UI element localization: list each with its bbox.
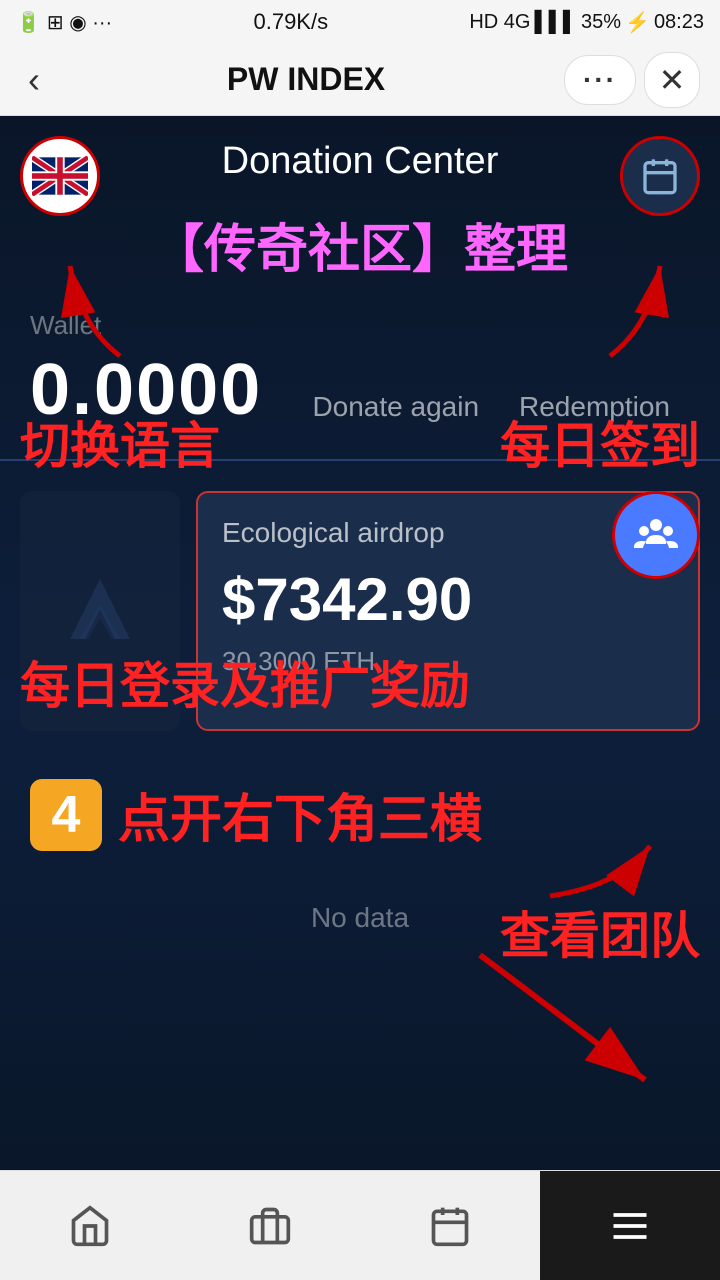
status-icons: ⊞ ◉ ··· xyxy=(47,10,112,35)
nav-actions: ··· ✕ xyxy=(564,52,700,108)
step4-annotation: 4 点开右下角三横 xyxy=(0,757,720,872)
nav-bar: ‹ PW INDEX ··· ✕ xyxy=(0,44,720,116)
redemption-button[interactable]: Redemption xyxy=(519,391,670,423)
no-data-section: No data xyxy=(0,872,720,964)
signal-bars: ▌▌▌ xyxy=(534,11,577,34)
donation-title: Donation Center xyxy=(222,140,499,183)
nav-calendar[interactable] xyxy=(360,1171,540,1280)
bolt-icon: ⚡ xyxy=(625,10,650,35)
step4-badge: 4 xyxy=(30,779,102,851)
step4-text: 点开右下角三横 xyxy=(118,777,482,852)
airdrop-label: Ecological airdrop xyxy=(222,517,674,549)
status-right: HD 4G ▌▌▌ 35% ⚡ 08:23 xyxy=(469,10,704,35)
network-type: HD 4G xyxy=(469,11,530,34)
close-button[interactable]: ✕ xyxy=(644,52,700,108)
cards-section: Ecological airdrop $7342.90 30.3000 ETH xyxy=(0,481,720,741)
donate-again-button[interactable]: Donate again xyxy=(312,391,479,423)
nav-menu[interactable] xyxy=(540,1171,720,1280)
section-divider xyxy=(0,459,720,461)
bottom-nav xyxy=(0,1170,720,1280)
status-left: 🔋 ⊞ ◉ ··· xyxy=(16,10,112,35)
back-button[interactable]: ‹ xyxy=(20,51,48,109)
donation-header: Donation Center xyxy=(0,116,720,199)
wallet-section: Wallet 0.0000 Donate again Redemption xyxy=(0,294,720,439)
no-data-text: No data xyxy=(30,902,690,934)
main-content: Donation Center 【传奇社区】整理 切换语言 每日签到 xyxy=(0,116,720,1280)
nav-home[interactable] xyxy=(0,1171,180,1280)
wallet-label: Wallet xyxy=(30,310,690,341)
team-button[interactable] xyxy=(612,491,700,579)
airdrop-eth: 30.3000 ETH xyxy=(222,646,674,677)
community-text: 【传奇社区】整理 xyxy=(0,199,720,290)
bottom-spacer xyxy=(0,964,720,1144)
network-speed: 0.79K/s xyxy=(253,9,328,35)
clock: 08:23 xyxy=(654,11,704,34)
page-title: PW INDEX xyxy=(227,61,385,98)
language-button[interactable] xyxy=(20,136,100,216)
pw-logo xyxy=(60,569,140,654)
nav-briefcase[interactable] xyxy=(180,1171,360,1280)
status-bar: 🔋 ⊞ ◉ ··· 0.79K/s HD 4G ▌▌▌ 35% ⚡ 08:23 xyxy=(0,0,720,44)
left-placeholder-card xyxy=(20,491,180,731)
battery-pct: 35% xyxy=(581,11,621,34)
daily-checkin-button[interactable] xyxy=(620,136,700,216)
airdrop-amount: $7342.90 xyxy=(222,565,674,634)
battery-icon: 🔋 xyxy=(16,10,41,35)
more-button[interactable]: ··· xyxy=(564,55,636,105)
